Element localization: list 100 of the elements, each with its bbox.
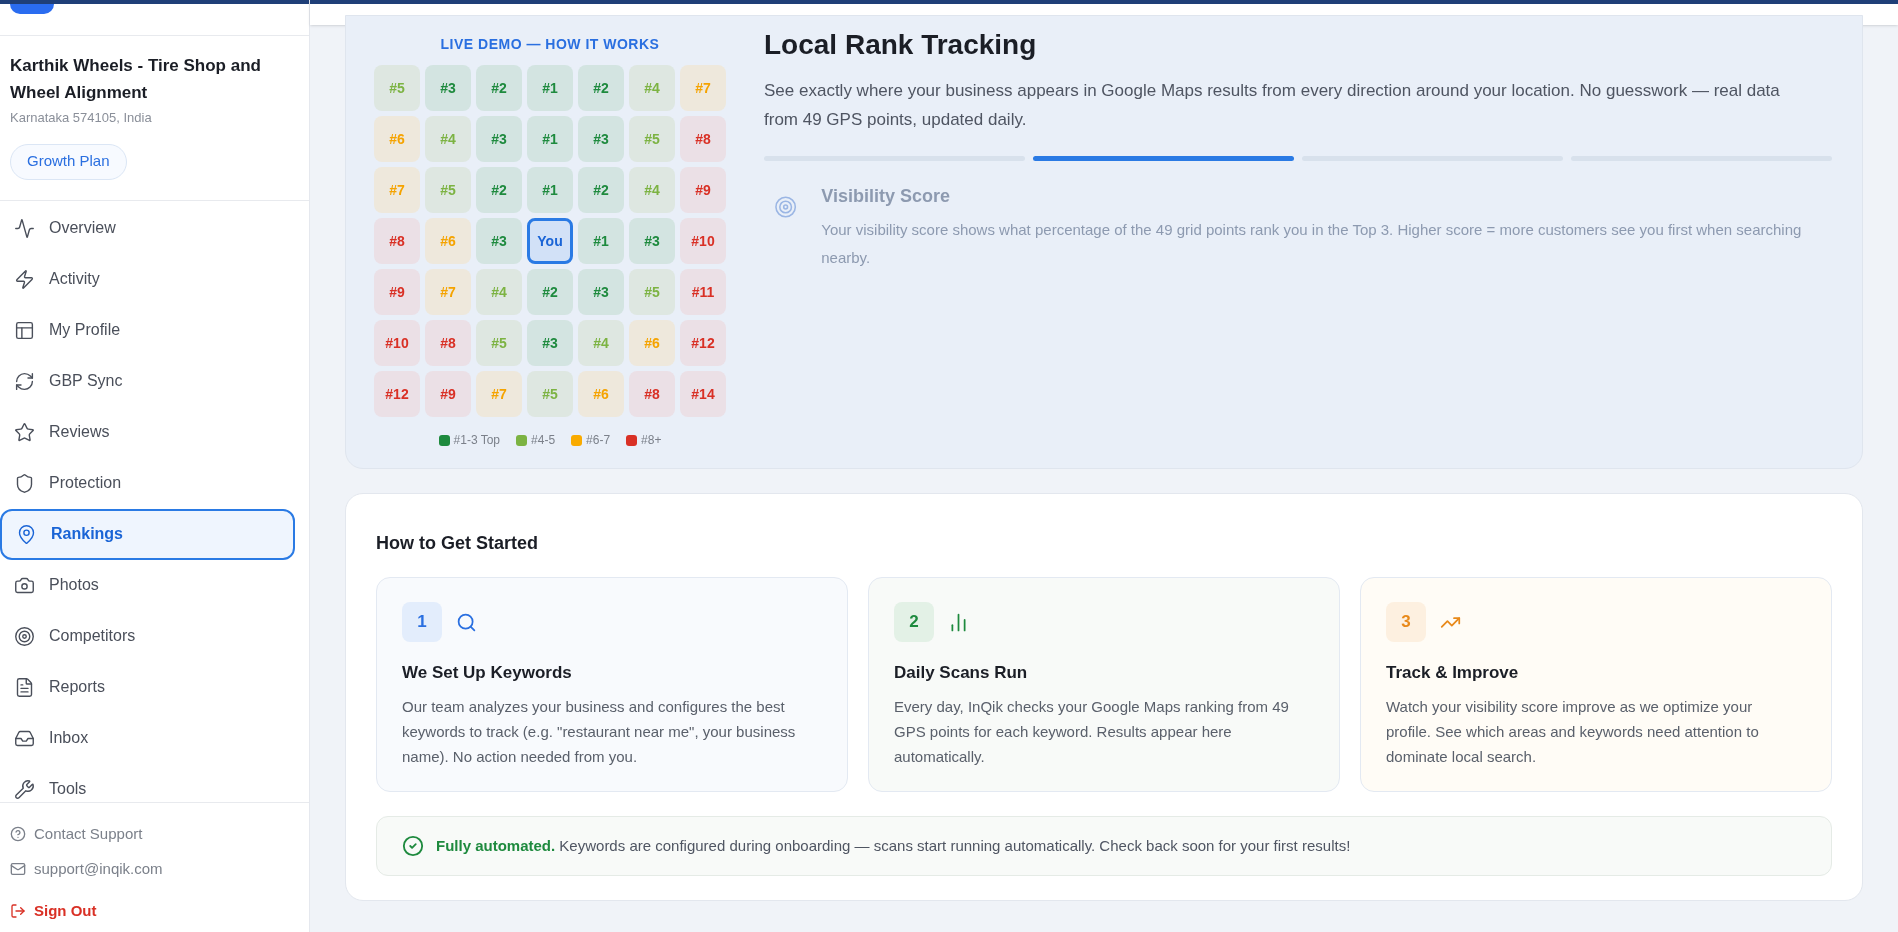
step-text: Our team analyzes your business and configures the best keywords to track (e.g. "restaurant near me", your business name). No action needed from you. (402, 696, 797, 767)
rank-cell: #3 (476, 116, 522, 162)
wrench-icon (14, 778, 35, 800)
notice-text: Fully automated. Keywords are configured during onboarding — scans start running automatically. Check back soon for your first results! (436, 835, 1351, 856)
nav-item[interactable]: Activity (0, 253, 295, 305)
nav-item[interactable]: Reports (0, 661, 295, 713)
rank-cell: #12 (680, 320, 726, 366)
nav-item[interactable]: Overview (0, 202, 295, 254)
rank-cell: #5 (425, 167, 471, 213)
rank-cell: #3 (578, 116, 624, 162)
shield-icon (14, 472, 35, 494)
refresh-icon (14, 370, 35, 392)
rank-cell: #1 (578, 218, 624, 264)
nav-item[interactable]: Tools (0, 763, 295, 802)
legend-label: #6-7 (586, 432, 611, 449)
step-number: 2 (894, 602, 934, 642)
business-address: Karnataka 574105, India (10, 109, 153, 127)
rank-cell: #9 (425, 371, 471, 417)
lightning-icon (14, 268, 35, 290)
rank-cell: #5 (629, 269, 675, 315)
business-name: Karthik Wheels - Tire Shop and Wheel Alignment (10, 55, 262, 104)
rank-cell: #2 (527, 269, 573, 315)
rank-cell: #7 (476, 371, 522, 417)
rank-cell: #7 (680, 65, 726, 111)
rank-cell: #3 (425, 65, 471, 111)
sign-out-link[interactable]: Sign Out (10, 893, 299, 922)
demo-caption: LIVE DEMO — HOW IT WORKS (440, 35, 660, 54)
nav-item[interactable]: Protection (0, 457, 295, 509)
rank-cell: #6 (578, 371, 624, 417)
rank-cell: #7 (374, 167, 420, 213)
step-indicator[interactable] (1033, 156, 1294, 161)
rank-cell: #3 (578, 269, 624, 315)
rank-cell: #5 (476, 320, 522, 366)
page-description: See exactly where your business appears in Google Maps results from every direction around your location. No guesswork — real data from 49 GPS points, updated daily. (764, 80, 1781, 131)
nav-item[interactable]: Inbox (0, 712, 295, 764)
rank-cell: #2 (578, 167, 624, 213)
rank-cell: #12 (374, 371, 420, 417)
rank-cell: #8 (374, 218, 420, 264)
rank-cell: #5 (527, 371, 573, 417)
rank-cell: #1 (527, 167, 573, 213)
rank-cell: #1 (527, 65, 573, 111)
plan-badge[interactable]: Growth Plan (10, 143, 127, 180)
step-title: Daily Scans Run (894, 662, 1029, 684)
nav-item[interactable]: GBP Sync (0, 355, 295, 407)
target-icon (14, 625, 35, 647)
nav-item[interactable]: Reviews (0, 406, 295, 458)
document-icon (14, 676, 35, 698)
rank-cell: #14 (680, 371, 726, 417)
target-icon (774, 195, 798, 219)
rank-cell: #6 (425, 218, 471, 264)
step-number: 3 (1386, 602, 1426, 642)
rank-cell: #10 (680, 218, 726, 264)
rank-cell: #7 (425, 269, 471, 315)
sign-out-icon (10, 902, 26, 919)
rank-cell: #8 (680, 116, 726, 162)
rank-cell: #9 (680, 167, 726, 213)
rank-cell: #3 (527, 320, 573, 366)
rank-cell: #2 (476, 65, 522, 111)
rank-cell: #8 (629, 371, 675, 417)
section-title: How to Get Started (376, 532, 539, 555)
rank-cell: #2 (476, 167, 522, 213)
legend-label: #4-5 (531, 432, 556, 449)
rank-cell: #6 (629, 320, 675, 366)
step-number: 1 (402, 602, 442, 642)
step-title: We Set Up Keywords (402, 662, 573, 684)
rank-cell: #5 (374, 65, 420, 111)
rank-cell: #11 (680, 269, 726, 315)
contact-support-link[interactable]: Contact Support (10, 822, 299, 845)
rank-cell: #5 (629, 116, 675, 162)
slide-title: Visibility Score (821, 185, 951, 208)
rank-cell: #9 (374, 269, 420, 315)
mail-icon (10, 861, 26, 878)
step-title: Track & Improve (1386, 662, 1520, 684)
legend-label: #8+ (641, 432, 662, 449)
slide-text: Your visibility score shows what percentage of the 49 grid points rank you in the Top 3. Higher score = more customers see you first when searching nearby. (821, 220, 1803, 268)
step-text: Watch your visibility score improve as we optimize your profile. See which areas and keywords need attention to dominate local search. (1386, 696, 1760, 767)
rank-cell: #3 (629, 218, 675, 264)
help-icon (10, 825, 26, 842)
logo-icon[interactable] (10, 4, 54, 14)
rank-cell: #4 (578, 320, 624, 366)
nav-item[interactable]: Rankings (0, 508, 295, 560)
pulse-icon (14, 217, 35, 239)
page-title: Local Rank Tracking (764, 28, 1038, 62)
rank-cell: #2 (578, 65, 624, 111)
map-pin-icon (16, 523, 37, 545)
rank-cell: #8 (425, 320, 471, 366)
rank-cell: #3 (476, 218, 522, 264)
star-icon (14, 421, 35, 443)
rank-cell: #10 (374, 320, 420, 366)
rank-cell: #4 (425, 116, 471, 162)
nav-item[interactable]: Photos (0, 559, 295, 611)
rank-cell: #4 (629, 65, 675, 111)
rank-cell: #6 (374, 116, 420, 162)
nav-item[interactable]: Competitors (0, 610, 295, 662)
step-text: Every day, InQik checks your Google Maps ranking from 49 GPS points for each keyword. Results appear here automatically. (894, 696, 1290, 767)
rank-cell: #4 (629, 167, 675, 213)
support-email-link[interactable]: support@inqik.com (10, 858, 299, 881)
rank-cell: #4 (476, 269, 522, 315)
nav-item[interactable]: My Profile (0, 304, 295, 356)
rank-cell: #1 (527, 116, 573, 162)
